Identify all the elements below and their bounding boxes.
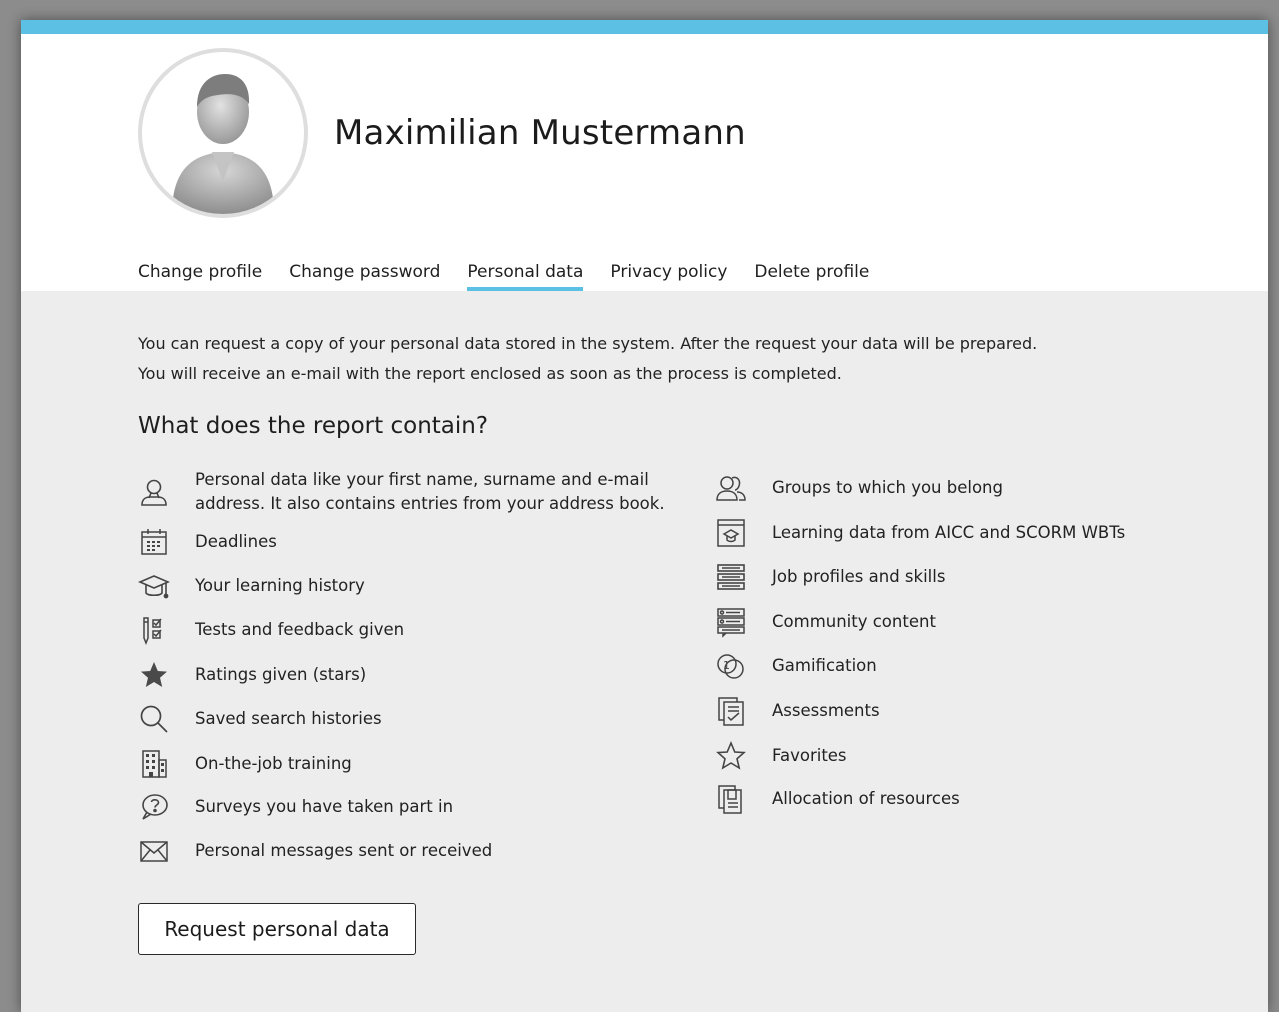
envelope-icon xyxy=(138,835,174,867)
list-item: 1 Gamification xyxy=(715,650,1255,682)
star-filled-icon xyxy=(138,659,174,691)
list-item: Surveys you have taken part in xyxy=(138,791,678,823)
item-text: On-the-job training xyxy=(195,754,352,773)
search-icon xyxy=(138,703,174,735)
profile-window: Maximilian Mustermann Change profile Cha… xyxy=(21,20,1268,1012)
list-item: Your learning history xyxy=(138,570,678,602)
item-text: Assessments xyxy=(772,701,880,720)
list-item: Personal data like your first name, surn… xyxy=(138,468,678,516)
list-item: Groups to which you belong xyxy=(715,472,1255,504)
list-item: Job profiles and skills xyxy=(715,561,1255,593)
profile-name: Maximilian Mustermann xyxy=(334,113,746,153)
assessments-icon xyxy=(715,695,751,727)
resources-icon xyxy=(715,783,751,815)
list-item: Personal messages sent or received xyxy=(138,835,678,867)
avatar-person-icon xyxy=(172,74,274,214)
list-item: Allocation of resources xyxy=(715,783,1255,815)
tests-feedback-icon xyxy=(138,614,174,646)
tab-personal-data[interactable]: Personal data xyxy=(467,262,583,291)
item-text: Learning data from AICC and SCORM WBTs xyxy=(772,523,1126,542)
list-item: Deadlines xyxy=(138,526,678,558)
intro-line: You can request a copy of your personal … xyxy=(138,334,1038,353)
intro-line: You will receive an e-mail with the repo… xyxy=(138,364,842,383)
group-icon xyxy=(715,472,751,504)
list-item: Community content xyxy=(715,606,1255,638)
wbt-learning-icon xyxy=(715,517,751,549)
list-item: Ratings given (stars) xyxy=(138,659,678,691)
item-text: Ratings given (stars) xyxy=(195,665,367,684)
star-outline-icon xyxy=(715,740,751,772)
gamification-icon: 1 xyxy=(715,650,751,682)
tab-change-password[interactable]: Change password xyxy=(289,262,440,291)
list-item: Learning data from AICC and SCORM WBTs xyxy=(715,517,1255,549)
tab-delete-profile[interactable]: Delete profile xyxy=(754,262,869,291)
list-item: Tests and feedback given xyxy=(138,614,678,646)
avatar xyxy=(138,48,308,218)
building-icon xyxy=(138,748,174,780)
community-icon xyxy=(715,606,751,638)
user-icon xyxy=(138,476,174,508)
tab-privacy-policy[interactable]: Privacy policy xyxy=(610,262,727,291)
item-text: Tests and feedback given xyxy=(195,620,405,639)
request-personal-data-button[interactable]: Request personal data xyxy=(138,903,416,955)
calendar-icon xyxy=(138,526,174,558)
item-text: Deadlines xyxy=(195,532,277,551)
list-item: Assessments xyxy=(715,695,1255,727)
list-item: Saved search histories xyxy=(138,703,678,735)
item-text: Saved search histories xyxy=(195,709,382,728)
item-text: Your learning history xyxy=(195,576,365,595)
graduation-cap-icon xyxy=(138,570,174,602)
report-title: What does the report contain? xyxy=(138,413,489,439)
item-text: Personal messages sent or received xyxy=(195,841,493,860)
list-item: Favorites xyxy=(715,740,1255,772)
item-text: Groups to which you belong xyxy=(772,478,1003,497)
list-item: On-the-job training xyxy=(138,748,678,780)
question-bubble-icon xyxy=(138,791,174,823)
svg-text:1: 1 xyxy=(723,659,730,672)
tab-change-profile[interactable]: Change profile xyxy=(138,262,262,291)
profile-tabs: Change profile Change password Personal … xyxy=(138,262,869,292)
item-text: Gamification xyxy=(772,656,877,675)
item-text: Personal data like your first name, surn… xyxy=(195,470,665,513)
item-text: Allocation of resources xyxy=(772,789,960,808)
intro-text: You can request a copy of your personal … xyxy=(138,329,1037,389)
item-text: Job profiles and skills xyxy=(772,567,946,586)
item-text: Favorites xyxy=(772,746,847,765)
item-text: Surveys you have taken part in xyxy=(195,797,454,816)
job-profiles-icon xyxy=(715,561,751,593)
item-text: Community content xyxy=(772,612,936,631)
accent-bar xyxy=(21,20,1268,34)
